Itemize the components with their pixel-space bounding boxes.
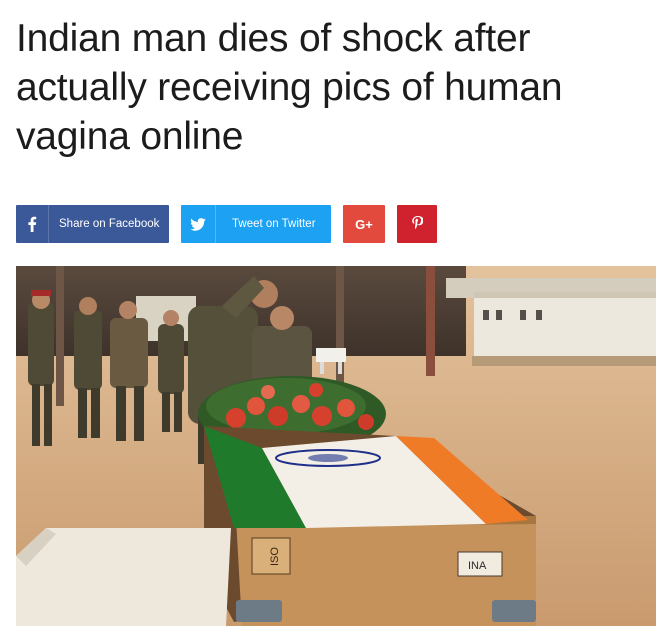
funeral-salute-illustration: ISO INA <box>16 266 656 626</box>
tweet-twitter-label: Tweet on Twitter <box>232 218 316 230</box>
share-buttons: Share on Facebook Tweet on Twitter G+ <box>16 205 437 243</box>
share-facebook-button[interactable]: Share on Facebook <box>16 205 169 243</box>
share-facebook-label: Share on Facebook <box>59 218 160 230</box>
share-google-plus-button[interactable]: G+ <box>343 205 385 243</box>
share-pinterest-button[interactable] <box>397 205 437 243</box>
crate-label: ISO <box>269 547 281 566</box>
facebook-icon <box>16 205 49 243</box>
article-photo: ISO INA <box>16 266 656 626</box>
article-headline: Indian man dies of shock after actually … <box>16 17 563 158</box>
crate-tag: INA <box>468 560 487 572</box>
google-plus-icon: G+ <box>355 216 373 232</box>
twitter-icon <box>181 205 216 243</box>
pinterest-icon <box>411 215 424 233</box>
tweet-twitter-button[interactable]: Tweet on Twitter <box>181 205 331 243</box>
